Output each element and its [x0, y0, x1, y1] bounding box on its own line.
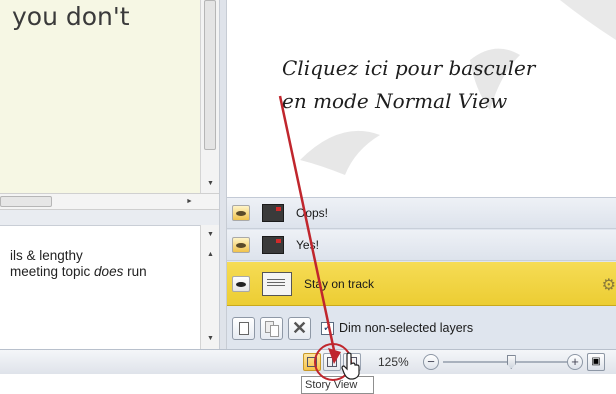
annotation-arrow — [278, 95, 341, 364]
hand-cursor-icon — [341, 352, 360, 380]
